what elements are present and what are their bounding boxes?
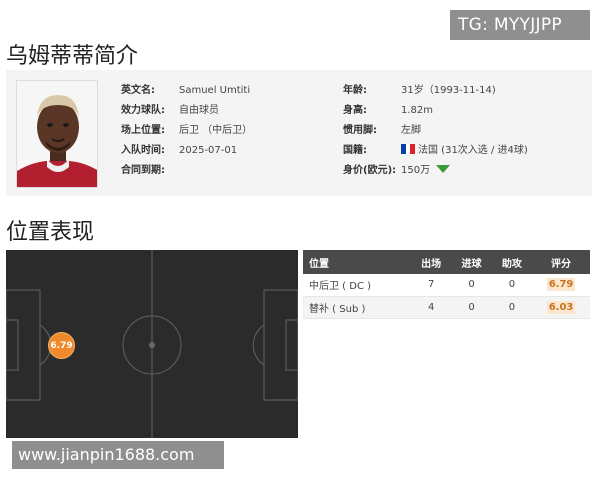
section-title-position: 位置表现 <box>6 220 95 245</box>
header-position: 位置 <box>303 250 411 274</box>
cell-goals: 0 <box>451 296 492 319</box>
player-photo <box>16 80 98 188</box>
cell-assists: 0 <box>491 274 533 297</box>
table-row: 替补 ( Sub ) 4 0 0 6.03 <box>303 296 590 319</box>
pitch-heatmap: 6.79 <box>6 250 298 438</box>
nationality-value: 法国 (31次入选 / 进4球) <box>418 145 528 156</box>
table-header-row: 位置 出场 进球 助攻 评分 <box>303 250 590 274</box>
cell-apps: 7 <box>411 274 452 297</box>
header-assists: 助攻 <box>491 250 533 274</box>
watermark-url: www.jianpin1688.com <box>12 441 224 469</box>
cell-rating: 6.79 <box>532 274 590 297</box>
table-row: 中后卫 ( DC ) 7 0 0 6.79 <box>303 274 590 297</box>
header-goals: 进球 <box>451 250 492 274</box>
cell-apps: 4 <box>411 296 452 319</box>
cell-goals: 0 <box>451 274 492 297</box>
cell-rating: 6.03 <box>532 296 590 319</box>
position-stats-table: 位置 出场 进球 助攻 评分 中后卫 ( DC ) 7 0 0 6.79 替补 … <box>303 250 590 319</box>
trend-down-icon <box>436 165 451 173</box>
cell-position: 中后卫 ( DC ) <box>303 274 411 297</box>
header-rating: 评分 <box>532 250 590 274</box>
profile-card: 英文名: Samuel Umtiti 效力球队: 自由球员 场上位置: 后卫 （… <box>6 70 592 196</box>
cell-position: 替补 ( Sub ) <box>303 296 411 319</box>
cell-assists: 0 <box>491 296 533 319</box>
position-rating-marker: 6.79 <box>48 332 75 359</box>
market-value: 150万 <box>401 165 431 176</box>
watermark-tg: TG: MYYJJPP <box>450 10 590 40</box>
header-apps: 出场 <box>411 250 452 274</box>
france-flag-icon <box>401 143 415 154</box>
page-title: 乌姆蒂蒂简介 <box>6 44 139 69</box>
